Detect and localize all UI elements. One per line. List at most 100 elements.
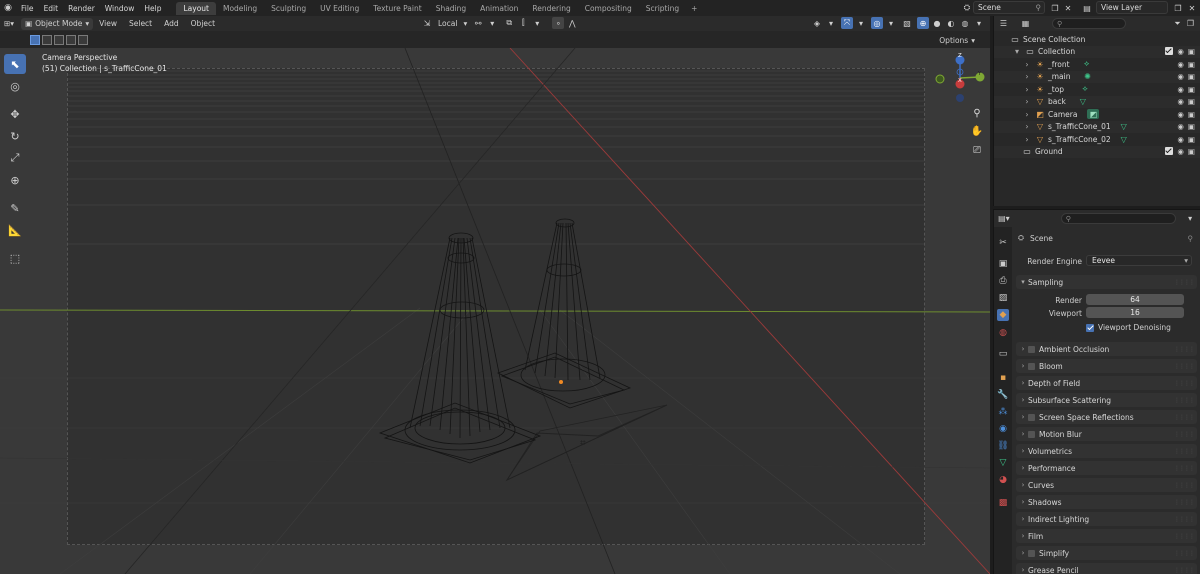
outliner-item-camera[interactable]: › ◩ Camera ◩ ◉ ▣ [994,108,1200,121]
view-layer-tab-icon[interactable]: ▨ [997,292,1009,304]
drag-grip-icon[interactable]: ⋮⋮⋮⋮ [1174,499,1195,506]
pin-icon[interactable]: ⚲ [1036,3,1042,12]
eye-icon[interactable]: ◉ [1177,85,1184,94]
annotate-tool-icon[interactable]: ✎ [4,198,26,218]
chevron-down-icon[interactable]: ▾ [885,17,897,29]
visibility-icon[interactable]: ◈ [811,17,823,29]
material-tab-icon[interactable]: ◕ [997,474,1009,486]
panel-depth-of-field[interactable]: › Depth of Field ⋮⋮⋮⋮ [1016,376,1197,390]
outliner-item-ground[interactable]: ▭ Ground ◉ ▣ [994,145,1200,158]
panel-ambient-occlusion[interactable]: › Ambient Occlusion ⋮⋮⋮⋮ [1016,342,1197,356]
tab-shading[interactable]: Shading [429,2,473,15]
object-mode-dropdown[interactable]: ▣ Object Mode ▾ [21,17,94,30]
drag-grip-icon[interactable]: ⋮⋮⋮⋮ [1174,397,1195,404]
solid-shading-icon[interactable]: ● [931,17,943,29]
wireframe-shading-icon[interactable]: ⊕ [917,17,929,29]
texture-tab-icon[interactable]: ▩ [997,497,1009,509]
3d-viewport[interactable]: ⌗ Z Y X Camera Perspective (51) Collecti… [0,48,990,574]
select-mode-subtract-icon[interactable] [54,35,64,45]
transform-orientation-dropdown[interactable]: Local ▾ [434,17,471,29]
select-mode-intersect-icon[interactable] [78,35,88,45]
particles-tab-icon[interactable]: ⁂ [997,406,1009,418]
chevron-down-icon[interactable]: ▾ [973,17,985,29]
select-mode-invert-icon[interactable] [66,35,76,45]
menu-window[interactable]: Window [100,4,140,13]
select-mode-extend-icon[interactable] [42,35,52,45]
tab-uv-editing[interactable]: UV Editing [313,2,366,15]
panel-enable-checkbox[interactable] [1028,413,1035,421]
scale-tool-icon[interactable]: ⤢ [4,148,26,168]
outliner-search-input[interactable]: ⚲ [1052,18,1126,29]
render-camera-icon[interactable]: ▣ [1188,47,1195,56]
tab-rendering[interactable]: Rendering [525,2,577,15]
overlay-toggle-icon[interactable]: ◎ [871,17,883,29]
gizmo-x-label[interactable]: X [958,78,962,84]
editor-type-icon[interactable]: ☰ [998,18,1009,30]
tab-scripting[interactable]: Scripting [639,2,686,15]
render-engine-dropdown[interactable]: Eevee ▾ [1086,255,1192,266]
outliner-item-cone-01[interactable]: › ▽ s_TrafficCone_01 ▽ ◉ ▣ [994,120,1200,133]
drag-grip-icon[interactable]: ⋮⋮⋮⋮ [1174,363,1195,370]
properties-search-input[interactable]: ⚲ [1060,213,1177,224]
drag-grip-icon[interactable]: ⋮⋮⋮⋮ [1174,414,1195,421]
panel-indirect-lighting[interactable]: › Indirect Lighting ⋮⋮⋮⋮ [1016,512,1197,526]
add-cube-tool-icon[interactable]: ⬚ [4,248,26,268]
scene-icon[interactable]: ⛭ [961,2,973,14]
tab-compositing[interactable]: Compositing [578,2,639,15]
blender-logo-icon[interactable]: ◉ [0,0,16,16]
gizmo-z-label[interactable]: Z [958,53,962,59]
panel-performance[interactable]: › Performance ⋮⋮⋮⋮ [1016,461,1197,475]
render-camera-icon[interactable]: ▣ [1188,85,1195,94]
render-camera-icon[interactable]: ▣ [1188,147,1195,156]
outliner-root[interactable]: ▭ Scene Collection [994,33,1200,46]
proportional-edit-icon[interactable]: ∘ [552,17,565,29]
eye-icon[interactable]: ◉ [1177,110,1184,119]
delete-scene-icon[interactable]: ✕ [1062,2,1074,14]
options-dropdown[interactable]: Options ▾ [934,34,980,46]
drag-grip-icon[interactable]: ⋮⋮⋮⋮ [1174,465,1195,472]
render-camera-icon[interactable]: ▣ [1188,97,1195,106]
chevron-down-icon[interactable]: ▾ [825,17,837,29]
rendered-shading-icon[interactable]: ◍ [959,17,971,29]
menu-object[interactable]: Object [185,19,221,28]
panel-film[interactable]: › Film ⋮⋮⋮⋮ [1016,529,1197,543]
panel-enable-checkbox[interactable] [1028,345,1035,353]
delete-view-layer-icon[interactable]: ✕ [1186,2,1198,14]
xray-icon[interactable]: ▧ [901,17,913,29]
panel-enable-checkbox[interactable] [1028,362,1035,370]
panel-screen-space-reflections[interactable]: › Screen Space Reflections ⋮⋮⋮⋮ [1016,410,1197,424]
new-scene-icon[interactable]: ❐ [1049,2,1061,14]
gizmo-toggle-icon[interactable]: ⤧ [841,17,853,29]
expand-arrow-icon[interactable]: › [1022,122,1032,132]
menu-add[interactable]: Add [158,19,185,28]
snap-icon[interactable]: ⧉ [503,17,515,29]
drag-grip-icon[interactable]: ⋮⋮⋮⋮ [1174,516,1195,523]
drag-grip-icon[interactable]: ⋮⋮⋮⋮ [1174,431,1195,438]
tab-sculpting[interactable]: Sculpting [264,2,313,15]
expand-arrow-icon[interactable]: › [1022,72,1032,82]
outliner-item-light-top[interactable]: › ☀ _top ⟡ ◉ ▣ [994,83,1200,96]
view-layer-selector[interactable]: View Layer [1096,1,1168,14]
tool-tab-icon[interactable]: ✂ [997,237,1009,249]
outliner-item-light-main[interactable]: › ☀ _main ✺ ◉ ▣ [994,70,1200,83]
render-camera-icon[interactable]: ▣ [1188,72,1195,81]
render-camera-icon[interactable]: ▣ [1188,60,1195,69]
eye-icon[interactable]: ◉ [1177,135,1184,144]
move-tool-icon[interactable]: ✥ [4,104,26,124]
sampling-viewport-field[interactable]: 16 [1086,307,1184,318]
expand-arrow-icon[interactable]: ▾ [1012,47,1022,57]
filter-icon[interactable]: ⏷ [1172,18,1183,30]
snap-target-icon[interactable]: ⫿ [517,17,529,29]
chevron-down-icon[interactable]: ▾ [531,17,543,29]
panel-shadows[interactable]: › Shadows ⋮⋮⋮⋮ [1016,495,1197,509]
panel-motion-blur[interactable]: › Motion Blur ⋮⋮⋮⋮ [1016,427,1197,441]
add-workspace-button[interactable]: + [686,4,702,13]
falloff-icon[interactable]: ⋀ [566,17,578,29]
eye-icon[interactable]: ◉ [1177,72,1184,81]
eye-icon[interactable]: ◉ [1177,122,1184,131]
menu-edit[interactable]: Edit [39,4,64,13]
pan-hand-icon[interactable]: ✋ [970,124,984,138]
tab-layout[interactable]: Layout [176,1,216,15]
drag-grip-icon[interactable]: ⋮⋮⋮⋮ [1174,533,1195,540]
eye-icon[interactable]: ◉ [1177,60,1184,69]
